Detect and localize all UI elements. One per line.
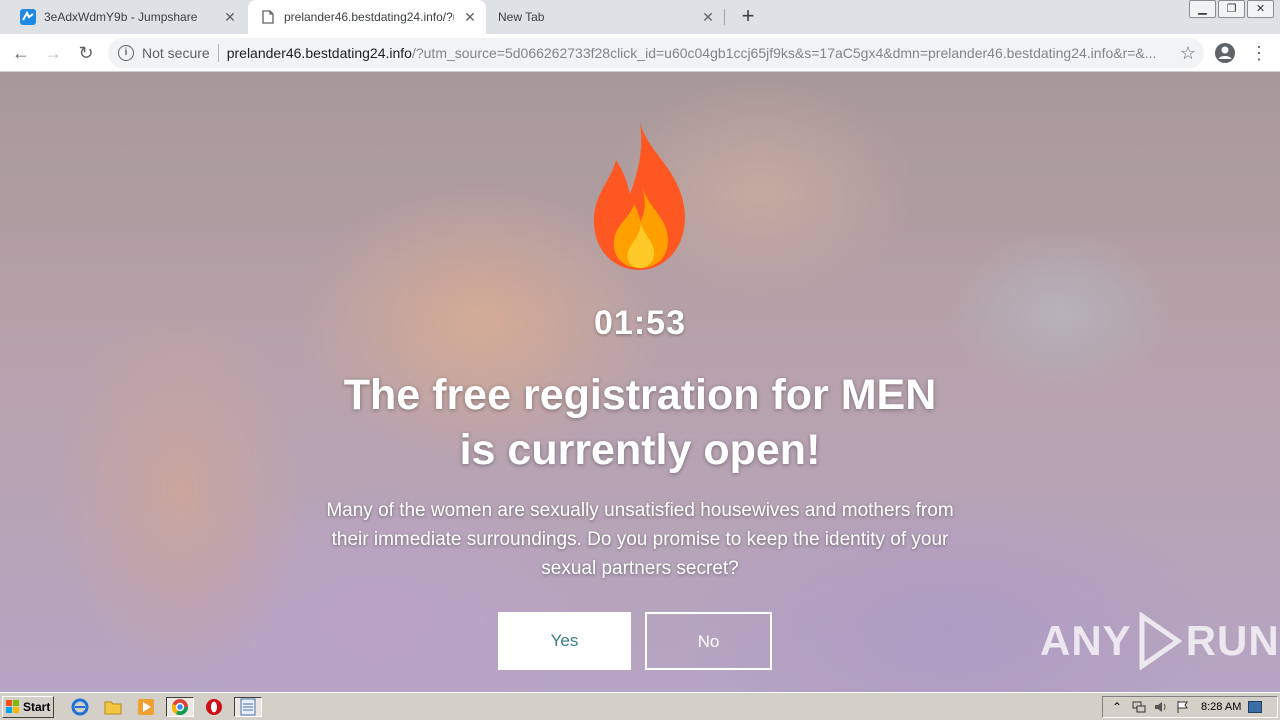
page-icon <box>260 9 276 25</box>
tab-prelander[interactable]: prelander46.bestdating24.info/?utm ✕ <box>248 0 486 34</box>
windows-taskbar: Start ⌃ 8:28 AM <box>0 692 1280 720</box>
windows-logo-icon <box>6 700 19 713</box>
watermark-text-right: RUN <box>1185 617 1280 664</box>
volume-icon[interactable] <box>1153 699 1169 715</box>
restore-button[interactable]: ❐ <box>1218 0 1245 18</box>
new-tab-button[interactable]: + <box>736 5 760 29</box>
jumpshare-icon <box>20 9 36 25</box>
anyrun-watermark: ANY RUN <box>1040 610 1280 672</box>
back-arrow-icon[interactable]: ← <box>8 40 34 66</box>
countdown-timer: 01:53 <box>594 304 686 342</box>
minimize-button[interactable]: ▁ <box>1189 0 1216 18</box>
page-subtext: Many of the women are sexually unsatisfi… <box>326 500 954 579</box>
tab-title: prelander46.bestdating24.info/?utm <box>284 10 454 24</box>
info-icon[interactable]: i <box>118 45 134 61</box>
url-host: prelander46.bestdating24.info <box>226 45 412 61</box>
ie-icon[interactable] <box>70 697 90 717</box>
url-path: /?utm_source=5d066262733f28click_id=u60c… <box>411 45 1157 61</box>
page-content: 01:53 The free registration for MEN is c… <box>0 72 1280 692</box>
page-headline: The free registration for MEN is current… <box>343 371 937 474</box>
bookmark-star-icon[interactable]: ☆ <box>1180 43 1196 64</box>
close-icon[interactable]: ✕ <box>462 9 478 25</box>
profile-icon[interactable] <box>1214 42 1236 64</box>
forward-arrow-icon[interactable]: → <box>40 40 66 66</box>
chrome-icon[interactable] <box>166 697 194 717</box>
media-player-icon[interactable] <box>136 697 156 717</box>
yes-button[interactable]: Yes <box>498 612 631 670</box>
folder-icon[interactable] <box>103 697 123 717</box>
network-icon[interactable] <box>1131 699 1147 715</box>
play-icon <box>1139 612 1182 670</box>
window-controls: ▁ ❐ ✕ <box>1187 0 1274 18</box>
flag-icon[interactable] <box>1175 699 1191 715</box>
close-icon[interactable]: ✕ <box>700 9 716 25</box>
url-text: prelander46.bestdating24.info/?utm_sourc… <box>227 45 1204 61</box>
close-icon[interactable]: ✕ <box>222 9 238 25</box>
tab-jumpshare[interactable]: 3eAdxWdmY9b - Jumpshare ✕ <box>8 0 246 34</box>
watermark-text-left: ANY <box>1040 617 1132 664</box>
fire-icon <box>593 122 685 270</box>
opera-icon[interactable] <box>204 697 224 717</box>
show-desktop-icon[interactable] <box>1247 699 1263 715</box>
browser-toolbar: ← → ↻ i Not secure prelander46.bestdatin… <box>0 34 1280 72</box>
tray-expand-icon[interactable]: ⌃ <box>1109 699 1125 715</box>
security-label: Not secure <box>142 45 210 61</box>
reload-icon[interactable]: ↻ <box>73 40 99 66</box>
taskbar-clock: 8:28 AM <box>1201 701 1242 713</box>
menu-icon[interactable]: ⋮ <box>1250 40 1268 66</box>
tab-title: 3eAdxWdmY9b - Jumpshare <box>44 10 198 24</box>
tab-title: New Tab <box>498 10 545 24</box>
start-label: Start <box>23 700 51 714</box>
tab-strip: 3eAdxWdmY9b - Jumpshare ✕ prelander46.be… <box>0 0 1280 34</box>
start-button[interactable]: Start <box>2 696 54 718</box>
close-window-button[interactable]: ✕ <box>1247 0 1274 18</box>
system-tray: ⌃ 8:28 AM <box>1102 696 1278 718</box>
tab-new-tab[interactable]: New Tab ✕ <box>486 0 724 34</box>
no-button[interactable]: No <box>645 612 772 670</box>
notepad-icon[interactable] <box>234 697 262 717</box>
tab-divider <box>724 9 725 25</box>
url-divider <box>217 44 219 62</box>
address-bar[interactable]: i Not secure prelander46.bestdating24.in… <box>108 38 1204 68</box>
